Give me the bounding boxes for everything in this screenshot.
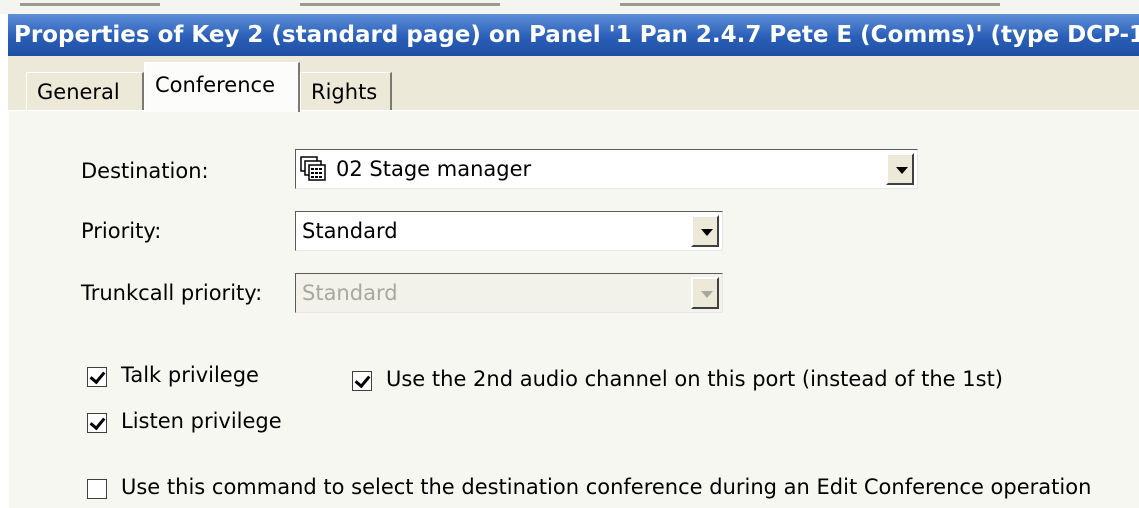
talk-privilege-label[interactable]: Talk privilege [121, 363, 259, 387]
talk-privilege-checkbox[interactable] [87, 367, 107, 387]
trunkcall-priority-dropdown-arrow [691, 277, 719, 309]
second-audio-channel-label[interactable]: Use the 2nd audio channel on this port (… [386, 367, 1003, 391]
listen-privilege-label[interactable]: Listen privilege [121, 409, 282, 433]
priority-dropdown[interactable]: Standard [295, 211, 723, 251]
tab-general-label: General [37, 80, 120, 104]
conference-tab-panel: Destination: 02 Stage manager Priority: … [8, 110, 1139, 508]
edit-conference-label[interactable]: Use this command to select the destinati… [121, 475, 1091, 499]
tab-rights-label: Rights [311, 80, 378, 104]
trunkcall-priority-dropdown: Standard [295, 273, 723, 313]
background-toolbar-fragment [620, 3, 1000, 6]
trunkcall-priority-value: Standard [302, 281, 398, 305]
dialog-title-bar[interactable]: Properties of Key 2 (standard page) on P… [8, 14, 1139, 56]
second-audio-channel-checkbox[interactable] [352, 371, 372, 391]
destination-value: 02 Stage manager [336, 157, 532, 181]
priority-label: Priority: [81, 219, 162, 243]
dialog-title: Properties of Key 2 (standard page) on P… [14, 22, 1139, 48]
background-toolbar-fragment [300, 3, 500, 6]
destination-label: Destination: [81, 159, 209, 183]
tab-rights[interactable]: Rights [300, 72, 392, 110]
tab-general[interactable]: General [26, 72, 144, 110]
tab-strip: General Conference Rights [8, 56, 1139, 112]
destination-dropdown[interactable]: 02 Stage manager [295, 149, 918, 189]
background-window-strip [0, 0, 1139, 14]
background-toolbar-fragment [20, 3, 160, 6]
destination-dropdown-arrow[interactable] [886, 153, 914, 185]
tab-conference-label: Conference [155, 73, 276, 97]
priority-dropdown-arrow[interactable] [691, 215, 719, 247]
trunkcall-priority-label: Trunkcall priority: [81, 281, 263, 305]
priority-value: Standard [302, 219, 398, 243]
conference-icon [300, 156, 326, 181]
tab-conference[interactable]: Conference [144, 62, 300, 112]
listen-privilege-checkbox[interactable] [87, 413, 107, 433]
edit-conference-checkbox[interactable] [87, 479, 107, 499]
